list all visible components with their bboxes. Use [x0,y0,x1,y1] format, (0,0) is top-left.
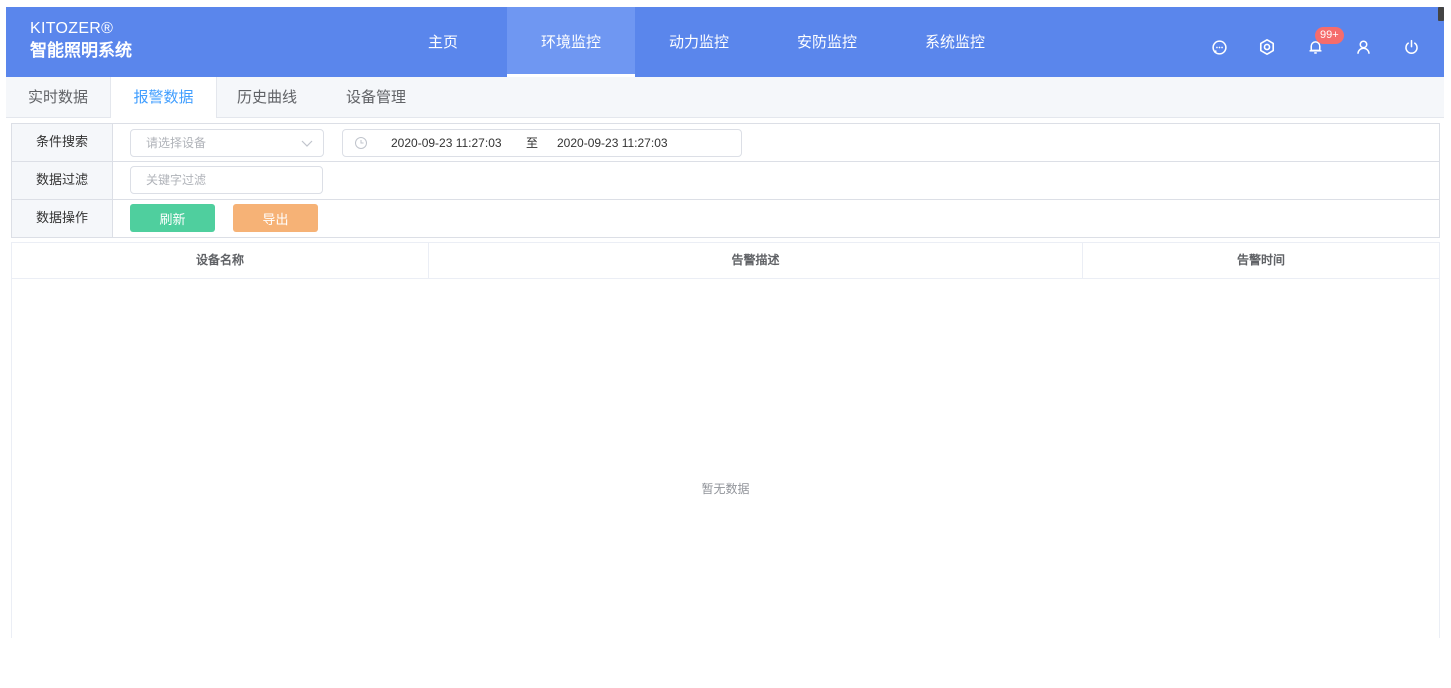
clock-icon [355,137,367,149]
export-button[interactable]: 导出 [233,204,318,232]
user-icon[interactable] [1353,37,1373,57]
chevron-down-icon [301,140,313,147]
empty-state-text: 暂无数据 [701,482,750,496]
brand-name-en: KITOZER® [30,20,114,37]
column-header-alarm-time[interactable]: 告警时间 [1083,243,1439,278]
tab-history[interactable]: 历史曲线 [217,77,317,117]
date-range-picker[interactable]: 2020-09-23 11:27:03 至 2020-09-23 11:27:0… [342,129,742,157]
operations-label: 数据操作 [12,200,113,237]
gear-icon[interactable] [1257,37,1277,57]
filter-row: 数据过滤 [12,162,1439,200]
column-header-device-name[interactable]: 设备名称 [12,243,429,278]
main-nav: 主页 环境监控 动力监控 安防监控 系统监控 [379,7,1019,77]
power-icon[interactable] [1401,37,1421,57]
date-start[interactable]: 2020-09-23 11:27:03 [391,130,502,156]
nav-item-power[interactable]: 动力监控 [635,7,763,77]
tab-realtime[interactable]: 实时数据 [6,77,110,117]
device-select[interactable]: 请选择设备 [130,129,324,157]
device-select-placeholder: 请选择设备 [146,136,207,150]
search-row: 条件搜索 请选择设备 2020-09-23 11:27:03 至 2020-09… [12,124,1439,162]
nav-item-system[interactable]: 系统监控 [891,7,1019,77]
search-label: 条件搜索 [12,124,113,161]
keyword-filter-input[interactable] [130,166,323,194]
filter-label: 数据过滤 [12,162,113,199]
chat-bubble-icon[interactable] [1209,37,1229,57]
top-header: KITOZER® 智能照明系统 主页 环境监控 动力监控 安防监控 系统监控 9… [6,7,1444,77]
refresh-button[interactable]: 刷新 [130,204,215,232]
nav-item-environment[interactable]: 环境监控 [507,7,635,77]
scrollbar-thumb[interactable] [1438,7,1444,21]
brand: KITOZER® 智能照明系统 [30,18,132,62]
tab-alarm[interactable]: 报警数据 [110,77,217,118]
tab-device-management[interactable]: 设备管理 [321,77,431,117]
nav-item-security[interactable]: 安防监控 [763,7,891,77]
sub-tabs: 实时数据 报警数据 历史曲线 设备管理 [6,77,1444,118]
nav-item-home[interactable]: 主页 [379,7,507,77]
filter-form: 条件搜索 请选择设备 2020-09-23 11:27:03 至 2020-09… [11,123,1440,238]
column-header-alarm-description[interactable]: 告警描述 [429,243,1083,278]
alarm-table: 设备名称 告警描述 告警时间 暂无数据 [11,242,1440,638]
table-header: 设备名称 告警描述 告警时间 [12,243,1439,279]
date-separator: 至 [526,136,539,150]
notification-badge: 99+ [1315,27,1344,44]
app-window: KITOZER® 智能照明系统 主页 环境监控 动力监控 安防监控 系统监控 9… [6,7,1444,638]
brand-name-cn: 智能照明系统 [30,41,132,61]
operations-row: 数据操作 刷新 导出 [12,200,1439,237]
date-end[interactable]: 2020-09-23 11:27:03 [557,130,668,156]
